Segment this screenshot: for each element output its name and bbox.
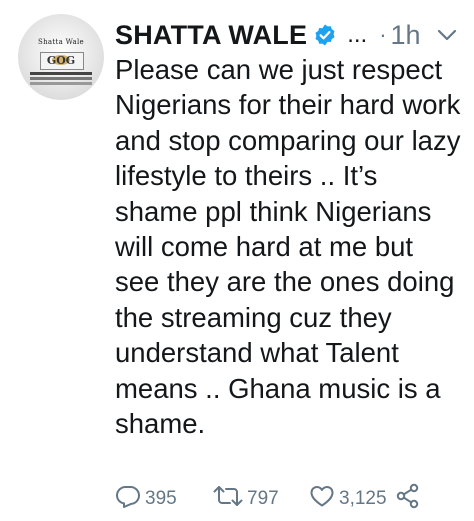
retweet-icon bbox=[213, 484, 247, 514]
tweet-header: SHATTA WALE ... · 1h bbox=[115, 16, 466, 54]
tweet-text: Please can we just respect Nigerians for… bbox=[115, 54, 461, 440]
like-button[interactable]: 3,125 bbox=[309, 484, 387, 514]
tweet-actions: 395 797 3,125 bbox=[115, 483, 474, 515]
avatar[interactable]: Shatta Wale GOG bbox=[18, 14, 104, 100]
avatar-logo-stripes bbox=[30, 72, 92, 75]
avatar-logo-text: Shatta Wale bbox=[38, 38, 84, 46]
retweet-count: 797 bbox=[247, 488, 279, 509]
reply-icon bbox=[115, 484, 145, 514]
author-name[interactable]: SHATTA WALE bbox=[115, 20, 307, 51]
reply-button[interactable]: 395 bbox=[115, 484, 205, 514]
timestamp[interactable]: 1h bbox=[391, 20, 421, 51]
truncated-handle: ... bbox=[347, 21, 368, 48]
heart-icon bbox=[309, 484, 339, 514]
verified-badge-icon bbox=[313, 23, 337, 47]
reply-count: 395 bbox=[145, 488, 177, 509]
separator-dot: · bbox=[379, 22, 387, 47]
retweet-button[interactable]: 797 bbox=[213, 484, 305, 514]
share-icon bbox=[395, 483, 425, 515]
avatar-logo-gog: GOG bbox=[46, 54, 76, 67]
chevron-down-icon[interactable] bbox=[437, 28, 457, 42]
share-button[interactable] bbox=[395, 483, 425, 515]
like-count: 3,125 bbox=[339, 488, 387, 509]
